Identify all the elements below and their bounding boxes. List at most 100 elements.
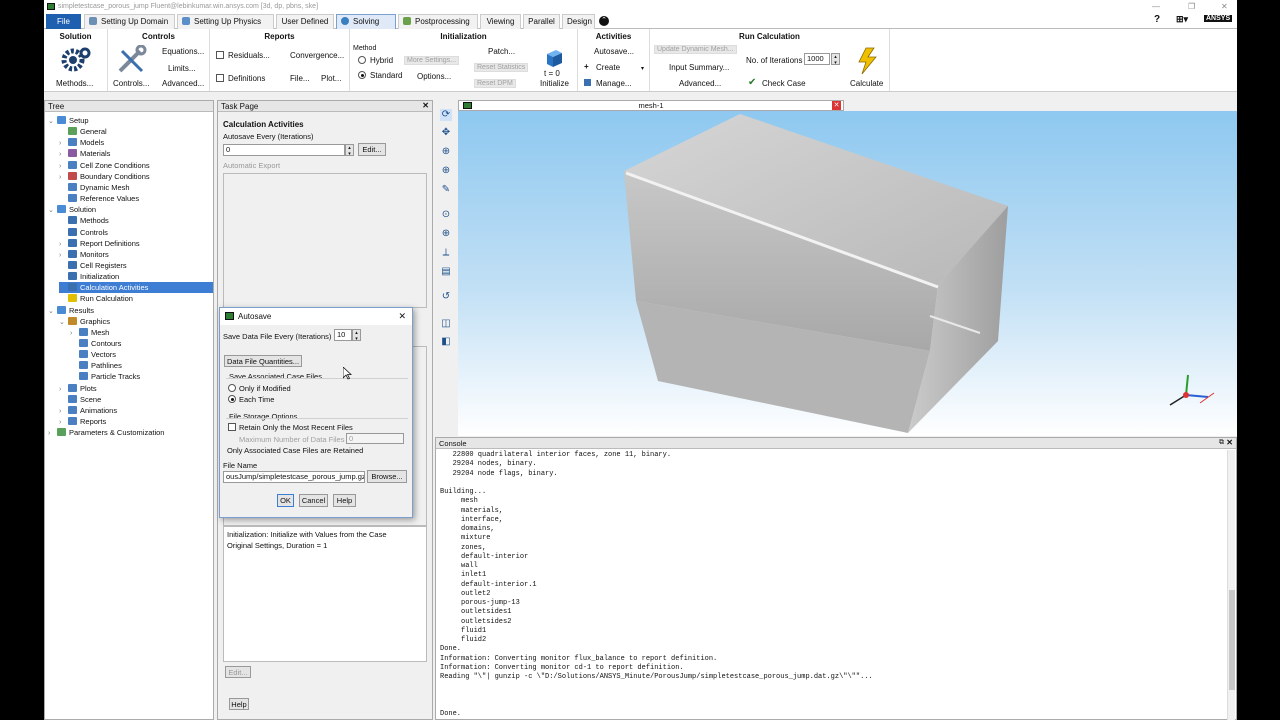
restore-icon[interactable]: ❐: [1188, 0, 1195, 13]
minimize-icon[interactable]: —: [1152, 0, 1160, 13]
input-summary-button[interactable]: Input Summary...: [669, 63, 729, 72]
hybrid-radio[interactable]: [358, 56, 366, 64]
residuals-button[interactable]: Residuals...: [228, 51, 270, 60]
tab-setting-up-domain[interactable]: Setting Up Domain: [84, 14, 175, 29]
tree-item-dynamic-mesh[interactable]: Dynamic Mesh: [59, 182, 130, 193]
tree-item-cell-registers[interactable]: Cell Registers: [59, 260, 127, 271]
console-scrollbar[interactable]: [1227, 450, 1235, 720]
tree-item-calculation-activities[interactable]: › Calculation Activities: [59, 282, 213, 294]
isometric-view-icon[interactable]: ◫: [440, 318, 452, 330]
save-every-input[interactable]: 10: [334, 329, 352, 341]
tab-file[interactable]: File: [46, 14, 81, 29]
axes-icon[interactable]: ⟂: [440, 247, 452, 259]
tree-item-scene[interactable]: Scene: [59, 394, 101, 405]
graphics-viewport[interactable]: [458, 111, 1237, 436]
expand-toggle-icon[interactable]: ›: [48, 428, 57, 439]
tree-item-reports[interactable]: › Reports: [59, 416, 106, 427]
patch-button[interactable]: Patch...: [488, 47, 515, 56]
autosave-edit-button[interactable]: Edit...: [358, 143, 386, 156]
expand-toggle-icon[interactable]: ⌄: [48, 205, 57, 216]
save-every-spinner[interactable]: ▴ ▾: [352, 329, 361, 342]
camera-icon[interactable]: ◧: [440, 336, 452, 348]
create-button[interactable]: Create: [596, 63, 620, 72]
console-scroll-thumb[interactable]: [1229, 590, 1235, 690]
run-advanced-button[interactable]: Advanced...: [679, 79, 721, 88]
probe-icon[interactable]: ✎: [440, 184, 452, 196]
tree-item-pathlines[interactable]: Pathlines: [70, 360, 122, 371]
tree-item-plots[interactable]: › Plots: [59, 383, 97, 394]
pan-icon[interactable]: ✥: [440, 127, 452, 139]
limits-button[interactable]: Limits...: [168, 64, 196, 73]
controls-button[interactable]: Controls...: [113, 79, 149, 88]
tree-item-run-calculation[interactable]: Run Calculation: [59, 293, 133, 304]
initialize-cube-icon[interactable]: [543, 47, 565, 69]
console-float-icon[interactable]: ⧉: [1219, 439, 1224, 447]
automatic-export-list[interactable]: [223, 173, 427, 308]
dialog-help-button[interactable]: Help: [333, 494, 356, 507]
tab-viewing[interactable]: Viewing: [480, 14, 521, 29]
tree-item-initialization[interactable]: Initialization: [59, 271, 119, 282]
view-orientation-icon[interactable]: ↺: [440, 291, 452, 303]
tree-item-vectors[interactable]: Vectors: [70, 349, 116, 360]
more-settings-button[interactable]: More Settings...: [404, 56, 460, 65]
graphics-tab-close-icon[interactable]: ✕: [832, 101, 841, 110]
tree-item-particle-tracks[interactable]: Particle Tracks: [70, 371, 140, 382]
iterations-spinner[interactable]: ▴ ▾: [831, 53, 840, 66]
task-page-help-button[interactable]: Help: [229, 698, 249, 710]
reset-statistics-button[interactable]: Reset Statistics: [474, 63, 529, 72]
report-plot-button[interactable]: Plot...: [321, 74, 341, 83]
task-page-close-icon[interactable]: ✕: [422, 101, 429, 110]
expand-toggle-icon[interactable]: ⌄: [48, 116, 57, 127]
autosave-every-input[interactable]: 0: [223, 144, 345, 156]
dialog-close-icon[interactable]: ✕: [398, 308, 406, 325]
file-name-input[interactable]: ousJump/simpletestcase_porous_jump.gz: [223, 471, 365, 483]
tab-setting-up-physics[interactable]: Setting Up Physics: [177, 14, 274, 29]
each-time-radio[interactable]: [228, 395, 236, 403]
iterations-input[interactable]: 1000: [804, 53, 830, 65]
view-icon[interactable]: ▤: [440, 266, 452, 278]
tab-parallel[interactable]: Parallel: [523, 14, 560, 29]
tree-item-materials[interactable]: › Materials: [59, 148, 110, 159]
equations-button[interactable]: Equations...: [162, 47, 204, 56]
zoom-in-icon[interactable]: ⊕: [440, 146, 452, 158]
browse-button[interactable]: Browse...: [367, 470, 407, 483]
gears-icon[interactable]: [61, 45, 91, 75]
reset-dpm-button[interactable]: Reset DPM: [474, 79, 516, 88]
tree-item-setup[interactable]: ⌄ Setup: [48, 115, 89, 126]
tree-item-boundary-conditions[interactable]: › Boundary Conditions: [59, 171, 150, 182]
tree-item-solution[interactable]: ⌄ Solution: [48, 204, 96, 215]
retain-recent-checkbox[interactable]: [228, 423, 236, 431]
collapse-ribbon-icon[interactable]: ⌃: [599, 16, 609, 26]
graphics-tab[interactable]: mesh-1 ✕: [458, 100, 844, 111]
tree-item-report-definitions[interactable]: › Report Definitions: [59, 238, 140, 249]
tree-item-general[interactable]: General: [59, 126, 107, 137]
expand-toggle-icon[interactable]: ⌄: [48, 306, 57, 317]
update-dynamic-mesh-button[interactable]: Update Dynamic Mesh...: [654, 45, 737, 54]
tab-postprocessing[interactable]: Postprocessing: [398, 14, 478, 29]
methods-button[interactable]: Methods...: [56, 79, 93, 88]
expand-toggle-icon[interactable]: ⌄: [59, 317, 68, 328]
report-file-button[interactable]: File...: [290, 74, 310, 83]
max-data-files-input[interactable]: 0: [346, 433, 404, 444]
calculate-button[interactable]: Calculate: [850, 79, 883, 88]
tab-user-defined[interactable]: User Defined: [276, 14, 334, 29]
tree-item-graphics[interactable]: ⌄ Graphics: [59, 316, 110, 327]
tab-design[interactable]: Design: [562, 14, 595, 29]
tree-item-cell-zone-conditions[interactable]: › Cell Zone Conditions: [59, 160, 150, 171]
tree-item-mesh[interactable]: › Mesh: [70, 327, 109, 338]
autosave-every-spinner[interactable]: ▴ ▾: [345, 144, 354, 157]
layout-icon[interactable]: ⊞▾: [1176, 14, 1188, 25]
tree-item-parameters-customization[interactable]: › Parameters & Customization: [48, 427, 164, 438]
initialize-button[interactable]: Initialize: [540, 79, 569, 88]
cancel-button[interactable]: Cancel: [299, 494, 328, 507]
tree-item-controls[interactable]: Controls: [59, 227, 108, 238]
create-dropdown-icon[interactable]: ▾: [641, 65, 644, 72]
standard-radio[interactable]: [358, 71, 366, 79]
zoom-box-icon[interactable]: ⊕: [440, 165, 452, 177]
fit-to-window-icon[interactable]: ⊙: [440, 209, 452, 221]
tree-item-results[interactable]: ⌄ Results: [48, 305, 94, 316]
convergence-button[interactable]: Convergence...: [290, 51, 344, 60]
rotate-icon[interactable]: ⟳: [440, 109, 452, 121]
autosave-button[interactable]: Autosave...: [594, 47, 634, 56]
only-if-modified-radio[interactable]: [228, 384, 236, 392]
